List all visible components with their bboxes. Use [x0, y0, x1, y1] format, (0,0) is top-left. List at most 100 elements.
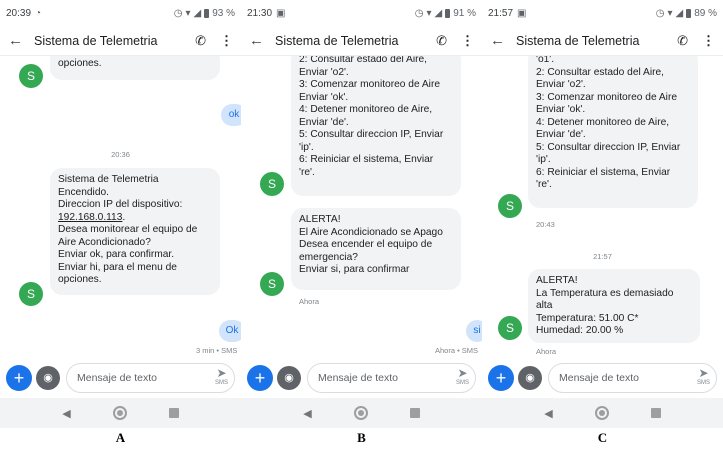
status-icons: ◷ ▾ ◢ 89 % — [656, 8, 717, 19]
avatar[interactable]: S — [19, 64, 43, 88]
nav-back-icon[interactable]: ◀ — [544, 407, 552, 420]
avatar[interactable]: S — [498, 316, 522, 340]
image-icon: ▣ — [276, 7, 286, 19]
phone-icon[interactable]: ✆ — [195, 33, 206, 49]
send-label: SMS — [214, 380, 228, 386]
status-time: 21:57 — [488, 7, 514, 19]
nav-recent-icon[interactable] — [409, 408, 420, 418]
message-text: Desea monitorear el equipo de Aire Acond… — [58, 224, 198, 285]
message-input[interactable]: Mensaje de texto ➤ SMS — [307, 363, 476, 393]
conversation-list[interactable]: opciones. S ok 20:36 Sistema de Telemetr… — [0, 56, 241, 358]
plus-icon[interactable]: + — [6, 365, 32, 391]
battery-percent: 93 % — [212, 7, 235, 19]
image-icon: ▣ — [517, 7, 527, 19]
conversation-title: Sistema de Telemetria — [516, 33, 640, 48]
status-time: 21:30 — [247, 7, 273, 19]
message-meta: Ahora • SMS — [435, 346, 479, 355]
signal-icon: ◢ — [675, 7, 684, 19]
incoming-message: opciones. — [50, 56, 220, 80]
app-bar: ← Sistema de Telemetria ✆ ⋮ — [482, 26, 723, 56]
outgoing-message: ok — [221, 104, 241, 126]
status-icons: ◷ ▾ ◢ 93 % — [174, 8, 235, 19]
message-text: . — [122, 211, 126, 223]
conversation-list[interactable]: 2: Consultar estado del Aire, Enviar 'o2… — [241, 56, 482, 358]
nav-back-icon[interactable]: ◀ — [303, 407, 311, 420]
compose-bar: + ◉ Mensaje de texto ➤ SMS — [482, 358, 723, 398]
alarm-icon: ◷ — [173, 7, 183, 19]
conversation-title: Sistema de Telemetria — [275, 33, 399, 48]
message-meta: 20:43 — [536, 220, 555, 229]
more-vert-icon[interactable]: ⋮ — [702, 33, 715, 49]
send-button[interactable]: ➤ SMS — [455, 366, 469, 387]
arrow-left-icon[interactable]: ← — [490, 32, 508, 49]
camera-icon[interactable]: ◉ — [277, 366, 301, 390]
phone-icon[interactable]: ✆ — [677, 33, 688, 49]
signal-icon: ◢ — [434, 7, 443, 19]
avatar[interactable]: S — [19, 282, 43, 306]
send-button[interactable]: ➤ SMS — [697, 367, 710, 387]
message-input[interactable]: Mensaje de texto ➤ SMS — [66, 363, 235, 393]
status-bar: 20:39 ◔ ◷ ▾ ◢ 93 % — [0, 0, 241, 26]
avatar[interactable]: S — [260, 272, 284, 296]
wifi-icon: ▾ — [185, 7, 191, 19]
plus-icon[interactable]: + — [488, 365, 514, 391]
conversation-title: Sistema de Telemetria — [34, 33, 158, 48]
nav-recent-icon[interactable] — [650, 408, 661, 418]
phone-screen-b: 21:30 ▣ ◷ ▾ ◢ 91 % ← Sistema de Telemetr… — [241, 0, 482, 450]
outgoing-message: si — [466, 320, 482, 342]
avatar[interactable]: S — [260, 172, 284, 196]
incoming-message: ALERTA! El Aire Acondicionado se Apago D… — [291, 208, 461, 290]
conversation-list[interactable]: 'o1'. 2: Consultar estado del Aire, Envi… — [482, 56, 723, 358]
wifi-icon: ▾ — [667, 7, 673, 19]
status-icons: ◷ ▾ ◢ 91 % — [415, 8, 476, 19]
panel-label: B — [357, 430, 366, 445]
nav-back-icon[interactable]: ◀ — [62, 407, 70, 420]
nav-home-icon[interactable] — [594, 406, 609, 420]
status-bar: 21:30 ▣ ◷ ▾ ◢ 91 % — [241, 0, 482, 26]
camera-icon[interactable]: ◉ — [36, 366, 60, 390]
battery-icon — [686, 8, 692, 18]
send-icon: ➤ — [457, 366, 468, 380]
panel-label: C — [597, 430, 608, 445]
status-time: 20:39 — [6, 7, 32, 19]
status-bar: 21:57 ▣ ◷ ▾ ◢ 89 % — [482, 0, 723, 26]
alarm-icon: ◷ — [655, 7, 665, 19]
camera-icon[interactable]: ◉ — [518, 366, 542, 390]
phone-screen-c: 21:57 ▣ ◷ ▾ ◢ 89 % ← Sistema de Telemetr… — [482, 0, 723, 450]
outgoing-message: Ok — [219, 320, 241, 342]
battery-percent: 91 % — [453, 7, 476, 19]
message-placeholder: Mensaje de texto — [318, 372, 398, 384]
incoming-message: 2: Consultar estado del Aire, Enviar 'o2… — [291, 56, 461, 196]
message-placeholder: Mensaje de texto — [559, 372, 639, 384]
nav-recent-icon[interactable] — [168, 408, 179, 418]
app-bar: ← Sistema de Telemetria ✆ ⋮ — [0, 26, 241, 56]
date-separator: 20:36 — [111, 150, 130, 159]
more-vert-icon[interactable]: ⋮ — [220, 33, 233, 49]
incoming-message: Sistema de Telemetria Encendido. Direcci… — [50, 168, 220, 295]
alarm-icon: ◷ — [414, 7, 424, 19]
system-nav-bar: ◀ — [241, 398, 482, 428]
compose-bar: + ◉ Mensaje de texto ➤ SMS — [241, 358, 482, 398]
phone-icon[interactable]: ✆ — [436, 33, 447, 49]
plus-icon[interactable]: + — [247, 365, 273, 391]
more-vert-icon[interactable]: ⋮ — [461, 33, 474, 49]
battery-icon — [445, 8, 451, 18]
wifi-icon: ▾ — [426, 7, 432, 19]
ip-address-link[interactable]: 192.168.0.113 — [58, 212, 122, 223]
arrow-left-icon[interactable]: ← — [8, 32, 26, 49]
message-text: Sistema de Telemetria Encendido. Direcci… — [58, 174, 183, 210]
avatar[interactable]: S — [498, 194, 522, 218]
message-placeholder: Mensaje de texto — [77, 372, 157, 384]
panel-label: A — [115, 430, 126, 445]
send-icon: ➤ — [216, 366, 227, 380]
nav-home-icon[interactable] — [112, 406, 127, 420]
send-button[interactable]: ➤ SMS — [214, 366, 228, 387]
message-input[interactable]: Mensaje de texto ➤ SMS — [548, 363, 717, 393]
send-label: SMS — [455, 380, 469, 386]
message-meta: 3 min • SMS — [196, 346, 238, 355]
message-meta: Ahora — [299, 297, 320, 306]
app-bar: ← Sistema de Telemetria ✆ ⋮ — [241, 26, 482, 56]
nav-home-icon[interactable] — [353, 406, 368, 420]
arrow-left-icon[interactable]: ← — [249, 32, 267, 49]
whatsapp-icon: ◔ — [35, 7, 42, 19]
